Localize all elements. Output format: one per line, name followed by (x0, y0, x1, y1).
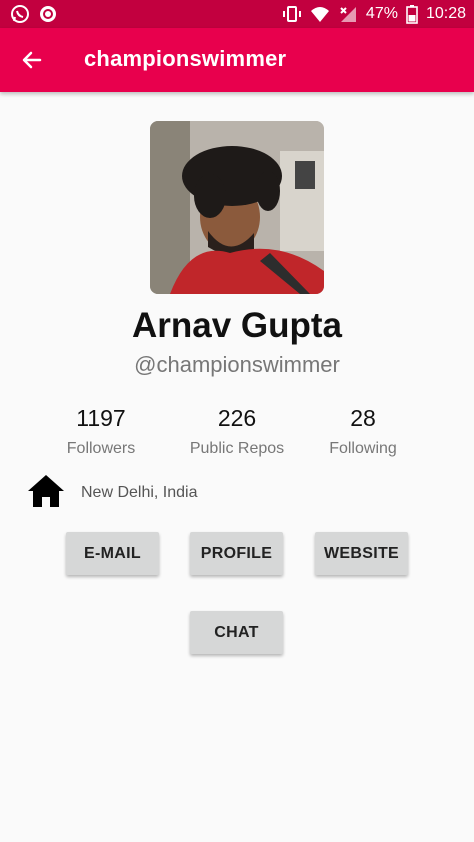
profile-username: @championswimmer (134, 352, 340, 377)
app-bar: championswimmer (0, 28, 474, 92)
vibrate-icon (282, 6, 301, 22)
chat-button[interactable]: CHAT (190, 611, 283, 654)
signal-icon (340, 7, 356, 22)
avatar (150, 121, 324, 294)
email-button[interactable]: E-MAIL (66, 532, 159, 575)
wifi-icon (310, 7, 329, 22)
stat-label: Followers (66, 440, 136, 457)
arrow-back-icon[interactable] (20, 48, 44, 72)
battery-icon (406, 5, 418, 24)
home-icon (28, 475, 64, 507)
stat-followers: 1197 Followers (26, 405, 176, 458)
profile-name: Arnav Gupta (131, 306, 343, 345)
battery-percent: 47% (365, 5, 398, 22)
whatsapp-icon (11, 5, 29, 23)
stat-label: Following (329, 440, 397, 457)
profile-button[interactable]: PROFILE (190, 532, 283, 575)
stat-value: 1197 (76, 405, 126, 431)
status-bar: 47% 10:28 (0, 0, 474, 28)
clock: 10:28 (425, 5, 466, 22)
location-text: New Delhi, India (81, 484, 198, 501)
stat-following: 28 Following (288, 405, 438, 458)
page-title: championswimmer (84, 46, 287, 71)
stat-value: 28 (350, 405, 376, 431)
website-button[interactable]: WEBSITE (315, 532, 408, 575)
notification-icon (40, 6, 56, 22)
